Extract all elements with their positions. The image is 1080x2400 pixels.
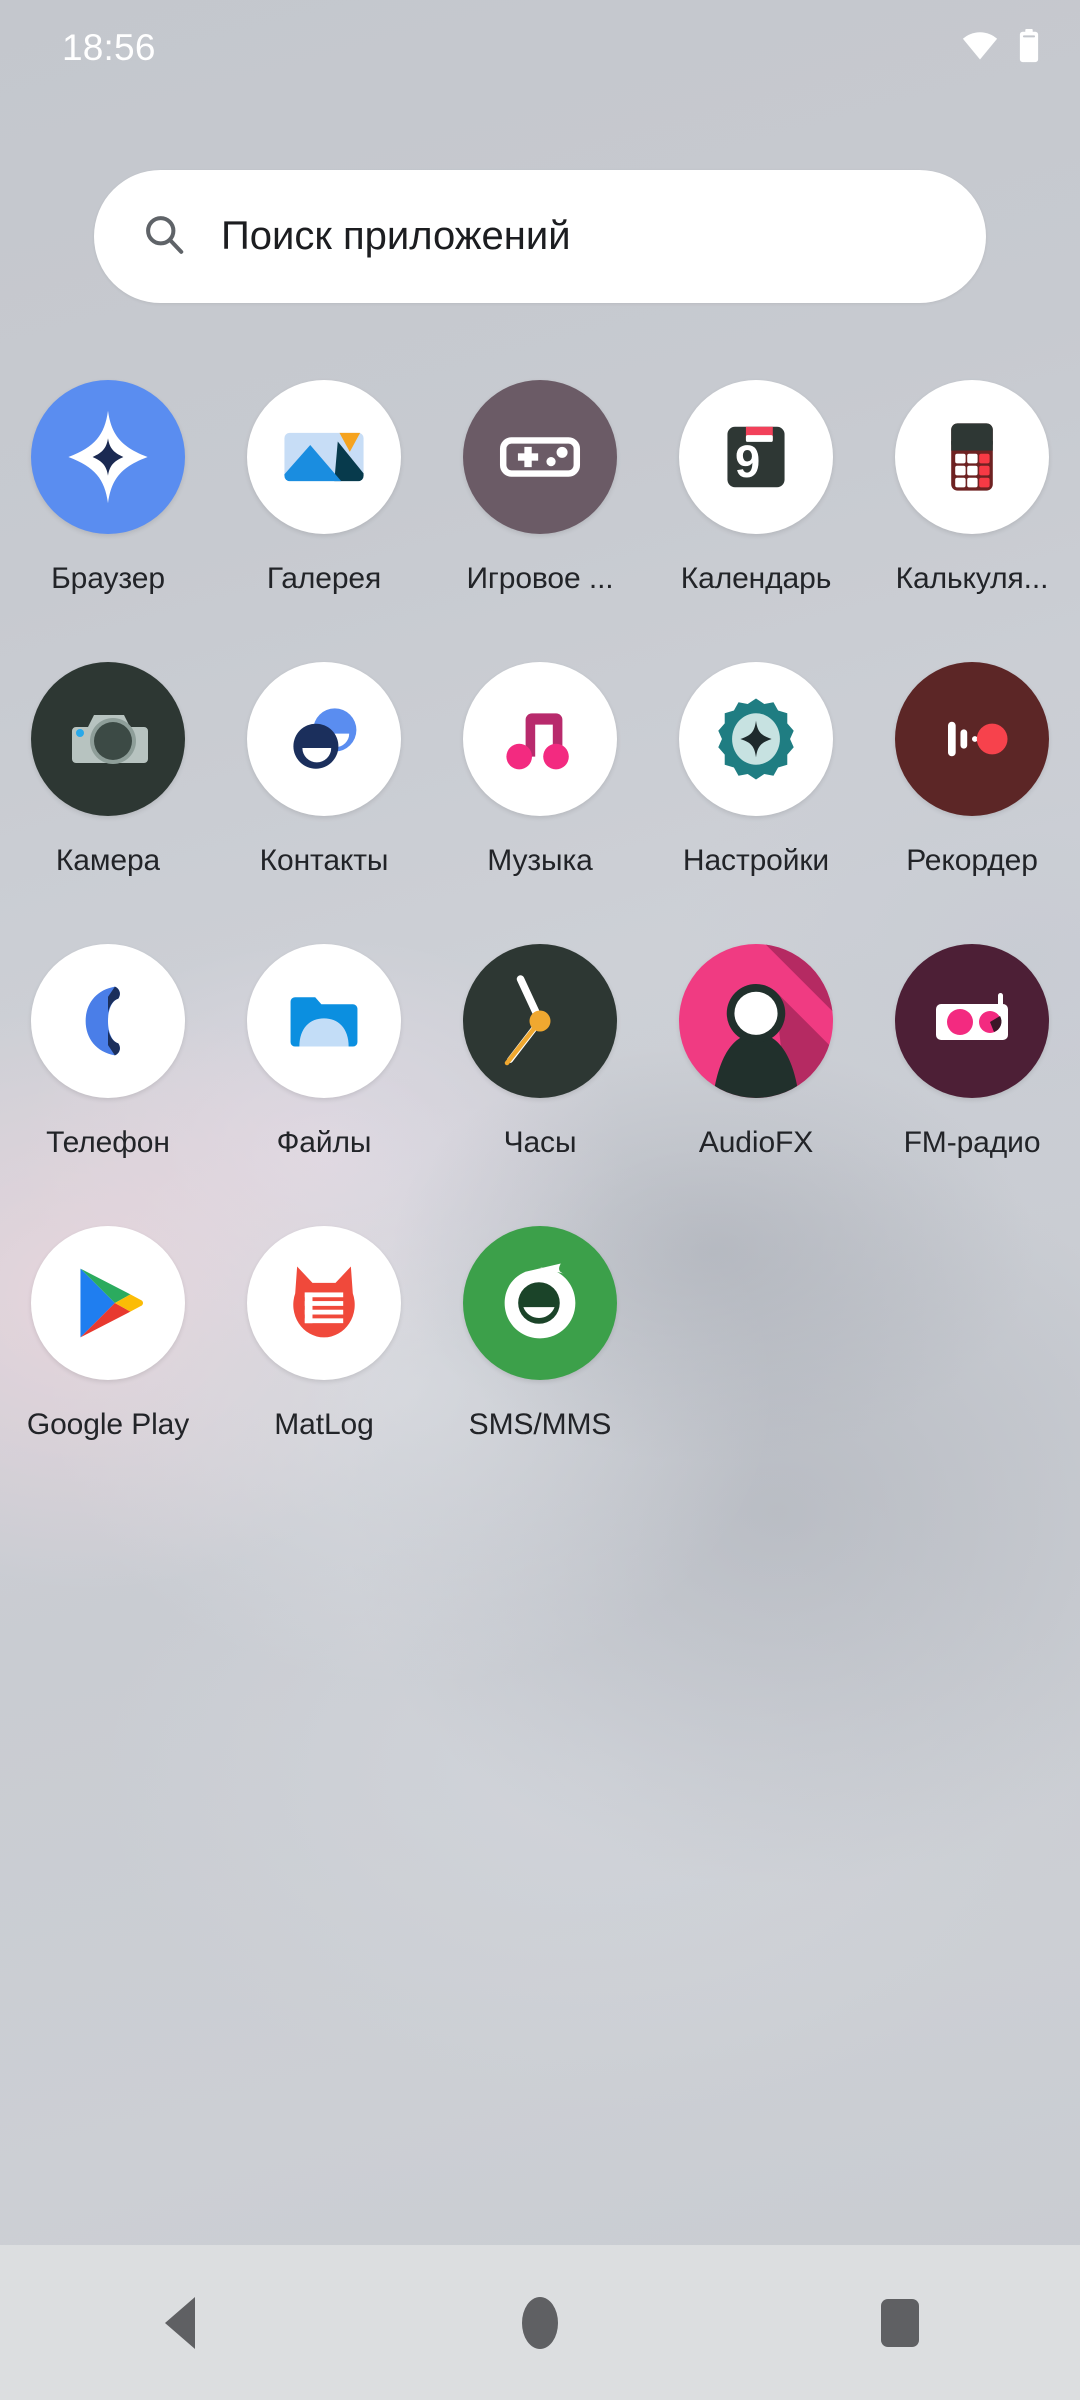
settings-gear-icon: [679, 662, 833, 816]
app-drawer-grid: Браузер Галерея Игровое ... 9 Календарь …: [0, 380, 1080, 1442]
app-item-camera[interactable]: Камера: [0, 662, 216, 878]
app-label: AudioFX: [698, 1126, 814, 1159]
app-item-gallery[interactable]: Галерея: [216, 380, 432, 596]
app-item-files[interactable]: Файлы: [216, 944, 432, 1160]
app-label: Настройки: [682, 844, 830, 877]
app-item-google-play[interactable]: Google Play: [0, 1226, 216, 1442]
music-icon: [463, 662, 617, 816]
app-item-calculator[interactable]: Калькуля...: [864, 380, 1080, 596]
search-icon: [141, 211, 187, 262]
app-label: Часы: [503, 1126, 577, 1159]
app-label: MatLog: [274, 1408, 374, 1441]
nav-home-button[interactable]: [460, 2245, 620, 2400]
calendar-icon: 9: [679, 380, 833, 534]
app-item-phone[interactable]: Телефон: [0, 944, 216, 1160]
browser-icon: [31, 380, 185, 534]
app-label: Google Play: [26, 1408, 190, 1441]
status-bar: 18:56: [0, 0, 1080, 96]
phone-icon: [31, 944, 185, 1098]
recents-square-icon: [881, 2298, 919, 2347]
app-label: Календарь: [680, 562, 832, 595]
app-label: Игровое ...: [466, 562, 614, 595]
app-label: Калькуля...: [895, 562, 1049, 595]
app-label: Галерея: [266, 562, 382, 595]
status-bar-clock: 18:56: [62, 27, 156, 68]
app-label: Рекордер: [906, 844, 1038, 877]
fm-radio-icon: [895, 944, 1049, 1098]
app-label: Контакты: [259, 844, 389, 877]
app-label: Файлы: [276, 1126, 372, 1159]
sms-mms-icon: [463, 1226, 617, 1380]
search-apps-bar[interactable]: Поиск приложений: [94, 170, 986, 303]
search-input-placeholder: Поиск приложений: [221, 214, 571, 258]
gallery-icon: [247, 380, 401, 534]
app-label: Музыка: [487, 844, 593, 877]
nav-recents-button[interactable]: [820, 2245, 980, 2400]
nav-back-button[interactable]: [100, 2245, 260, 2400]
app-item-fm-radio[interactable]: FM-радио: [864, 944, 1080, 1160]
wifi-full-icon: [961, 31, 999, 66]
battery-full-icon: [1018, 28, 1040, 68]
app-item-sms-mms[interactable]: SMS/MMS: [432, 1226, 648, 1442]
app-label: FM-радио: [903, 1126, 1041, 1159]
svg-text:9: 9: [735, 436, 760, 487]
app-label: Камера: [55, 844, 161, 877]
back-triangle-icon: [165, 2296, 195, 2349]
app-item-settings[interactable]: Настройки: [648, 662, 864, 878]
contacts-icon: [247, 662, 401, 816]
files-folder-icon: [247, 944, 401, 1098]
clock-icon: [463, 944, 617, 1098]
calculator-icon: [895, 380, 1049, 534]
app-label: Телефон: [46, 1126, 170, 1159]
app-item-clock[interactable]: Часы: [432, 944, 648, 1160]
gamepad-icon: [463, 380, 617, 534]
matlog-icon: [247, 1226, 401, 1380]
app-label: SMS/MMS: [468, 1408, 612, 1441]
home-circle-icon: [522, 2296, 558, 2349]
app-item-recorder[interactable]: Рекордер: [864, 662, 1080, 878]
app-item-audiofx[interactable]: AudioFX: [648, 944, 864, 1160]
navigation-bar: [0, 2245, 1080, 2400]
app-item-matlog[interactable]: MatLog: [216, 1226, 432, 1442]
camera-icon: [31, 662, 185, 816]
audiofx-icon: [679, 944, 833, 1098]
app-item-music[interactable]: Музыка: [432, 662, 648, 878]
app-item-game-space[interactable]: Игровое ...: [432, 380, 648, 596]
status-bar-icons: [961, 28, 1040, 68]
app-item-browser[interactable]: Браузер: [0, 380, 216, 596]
app-item-calendar[interactable]: 9 Календарь: [648, 380, 864, 596]
recorder-icon: [895, 662, 1049, 816]
app-item-contacts[interactable]: Контакты: [216, 662, 432, 878]
google-play-icon: [31, 1226, 185, 1380]
app-label: Браузер: [51, 562, 165, 595]
